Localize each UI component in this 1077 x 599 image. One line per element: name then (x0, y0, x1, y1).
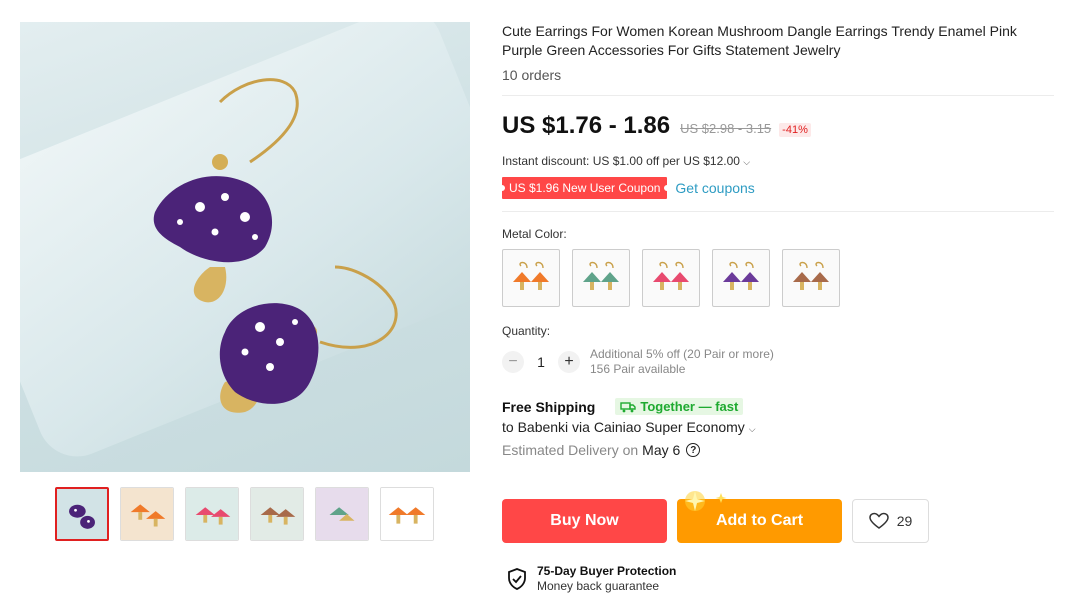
thumbnail-orange[interactable] (120, 487, 174, 541)
coupon-row: US $1.96 New User Coupon Get coupons (498, 177, 1054, 199)
thumbnail-purple[interactable] (55, 487, 109, 541)
discount-badge: -41% (779, 123, 811, 137)
buyer-protection: 75-Day Buyer Protection Money back guara… (507, 564, 676, 594)
bulk-discount-text: Additional 5% off (20 Pair or more) (590, 347, 774, 361)
mushroom-purple-icon (723, 261, 759, 290)
estimated-delivery-label: Estimated Delivery on (502, 442, 639, 458)
color-option-purple[interactable] (712, 249, 770, 307)
buyer-protection-text: 75-Day Buyer Protection Money back guara… (537, 564, 676, 594)
instant-discount[interactable]: Instant discount: US $1.00 off per US $1… (502, 154, 1054, 168)
divider (502, 95, 1054, 96)
mushroom-brown-icon (793, 261, 829, 290)
buyer-protection-title: 75-Day Buyer Protection (537, 564, 677, 578)
truck-icon (620, 401, 637, 412)
thumbnail-green[interactable] (315, 487, 369, 541)
question-icon[interactable]: ? (686, 443, 701, 457)
earrings-illustration (153, 78, 398, 413)
original-price: US $2.98 - 3.15 (680, 121, 772, 136)
color-option-brown[interactable] (782, 249, 840, 307)
wishlist-button[interactable]: 29 (852, 499, 929, 543)
buy-now-button[interactable]: Buy Now (502, 499, 667, 543)
thumbnail-orange-white[interactable] (380, 487, 434, 541)
get-coupons-link[interactable]: Get coupons (675, 180, 754, 196)
quantity-note: Additional 5% off (20 Pair or more) 156 … (590, 347, 774, 377)
sparkle-icon (685, 491, 727, 511)
color-option-orange[interactable] (502, 249, 560, 307)
estimated-delivery: Estimated Delivery on May 6 ? (502, 442, 1054, 458)
mushroom-pink-icon (653, 261, 689, 290)
quantity-plus-button[interactable]: + (558, 351, 580, 373)
together-fast-label: Together — fast (640, 399, 739, 414)
new-user-coupon-badge[interactable]: US $1.96 New User Coupon (498, 177, 671, 199)
add-to-cart-button[interactable]: Add to Cart (677, 491, 842, 543)
together-fast-badge: Together — fast (615, 398, 744, 415)
order-count: 10 orders (502, 67, 562, 83)
price-row: US $1.76 - 1.86 US $2.98 - 3.15 -41% (502, 112, 1054, 140)
quantity-minus-button[interactable]: − (502, 351, 524, 373)
available-stock-text: 156 Pair available (590, 362, 686, 376)
metal-color-options (502, 249, 1054, 307)
free-shipping-label: Free Shipping (502, 398, 596, 415)
buyer-protection-subtitle: Money back guarantee (537, 579, 660, 593)
shield-check-icon (508, 568, 526, 590)
quantity-label: Quantity: (502, 324, 551, 338)
delivery-date: May 6 (642, 442, 681, 458)
chevron-down-icon: ⌵ (743, 157, 751, 167)
product-title: Cute Earrings For Women Korean Mushroom … (502, 23, 1017, 58)
shipping-header: Free Shipping Together — fast (502, 398, 1054, 415)
color-option-pink[interactable] (642, 249, 700, 307)
mushroom-orange-icon (513, 261, 549, 290)
quantity-stepper: − 1 + Additional 5% off (20 Pair or more… (502, 347, 1054, 377)
color-option-green[interactable] (572, 249, 630, 307)
shipping-destination-label: to Babenki via Cainiao Super Economy (502, 419, 745, 435)
quantity-value[interactable]: 1 (524, 354, 558, 370)
metal-color-label: Metal Color: (502, 227, 567, 241)
main-product-image[interactable] (20, 22, 470, 472)
current-price: US $1.76 - 1.86 (502, 112, 671, 139)
thumbnail-strip (55, 487, 434, 541)
add-to-cart-label: Add to Cart (715, 512, 804, 529)
thumbnail-pink[interactable] (185, 487, 239, 541)
chevron-down-icon: ⌵ (748, 424, 756, 434)
action-bar: Buy Now Add to Cart 29 (502, 491, 929, 543)
heart-icon (868, 512, 889, 529)
mushroom-green-icon (583, 261, 619, 290)
product-info: Cute Earrings For Women Korean Mushroom … (498, 22, 1054, 458)
wishlist-count: 29 (896, 513, 913, 529)
instant-discount-label: Instant discount: US $1.00 off per US $1… (502, 154, 740, 168)
thumbnail-brown[interactable] (250, 487, 304, 541)
divider (502, 211, 1054, 212)
shipping-destination[interactable]: to Babenki via Cainiao Super Economy ⌵ (502, 419, 1054, 435)
